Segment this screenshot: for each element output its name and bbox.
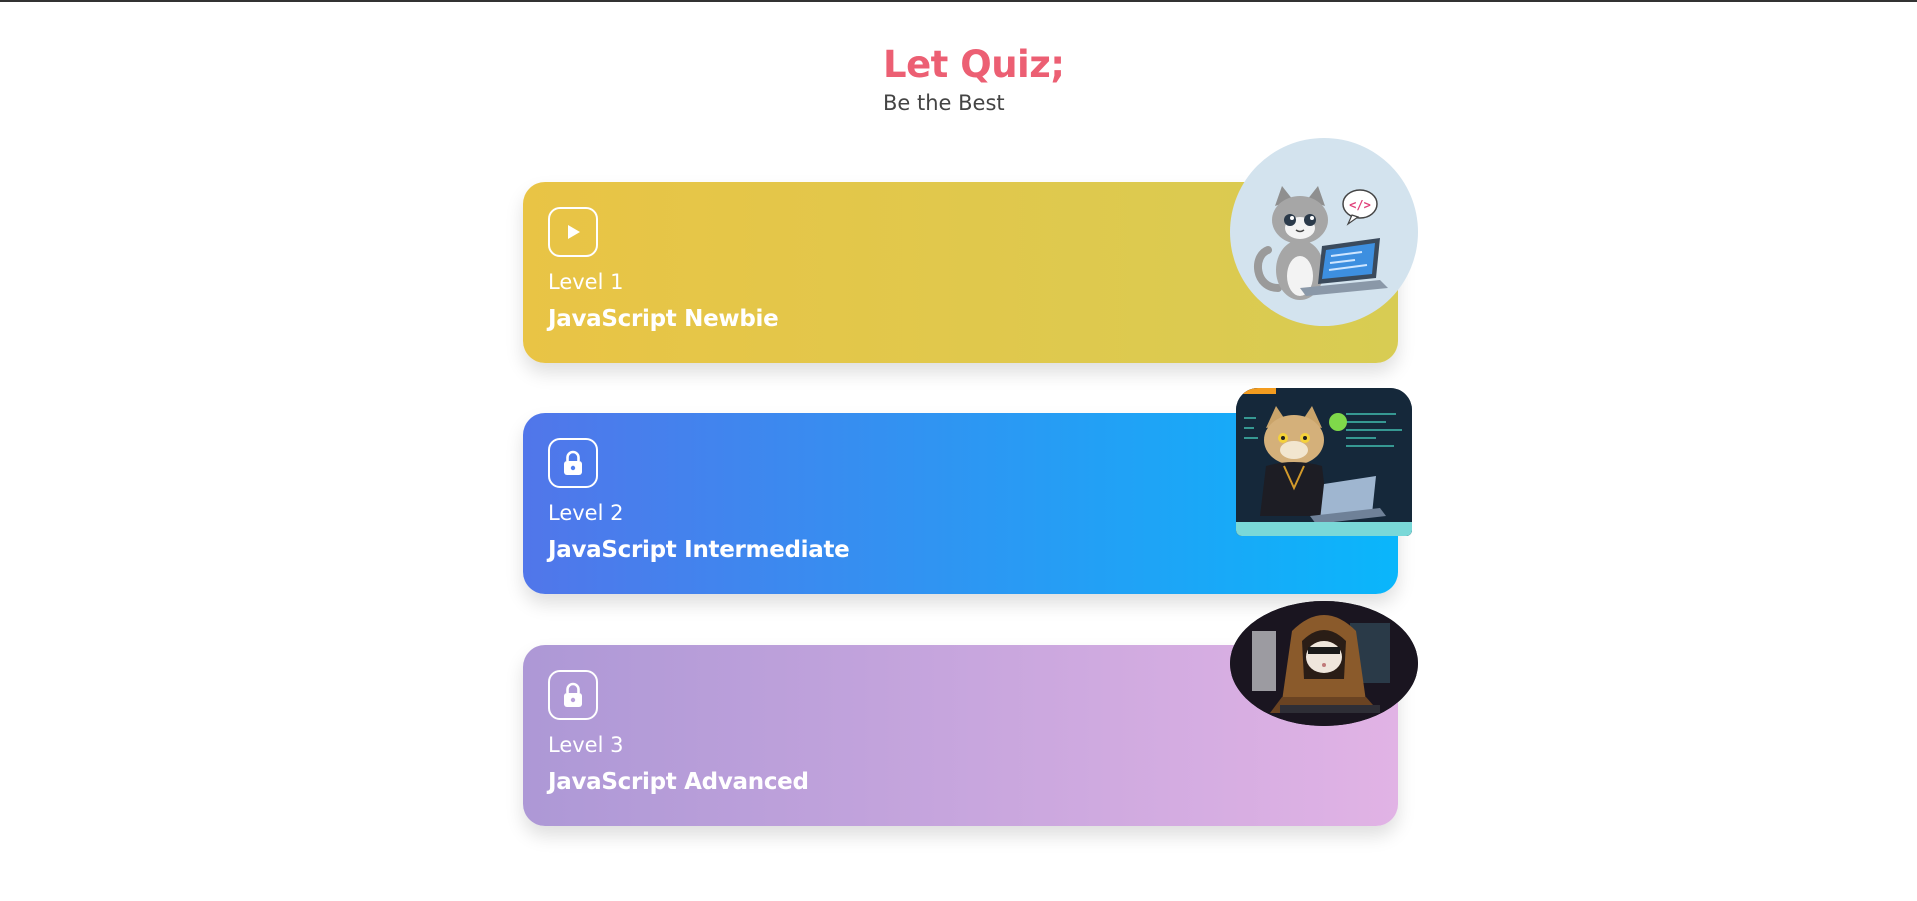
cat-laptop-illustration: </> [1230, 138, 1418, 326]
svg-text:</>: </> [1349, 198, 1371, 212]
lock-icon [548, 438, 598, 488]
level-label: Level 3 [548, 733, 624, 757]
play-icon [548, 207, 598, 257]
level-label: Level 1 [548, 270, 624, 294]
cat-coder-illustration [1236, 388, 1412, 536]
level-name: JavaScript Newbie [548, 306, 779, 332]
page-title: Let Quiz; [883, 43, 1065, 86]
level-name: JavaScript Intermediate [548, 537, 850, 563]
lock-icon [548, 670, 598, 720]
level-name: JavaScript Advanced [548, 769, 809, 795]
page-subtitle: Be the Best [883, 91, 1005, 115]
level-label: Level 2 [548, 501, 624, 525]
top-border [0, 0, 1917, 2]
hooded-cat-illustration [1230, 601, 1418, 726]
page-header: Let Quiz; Be the Best [883, 46, 1065, 114]
